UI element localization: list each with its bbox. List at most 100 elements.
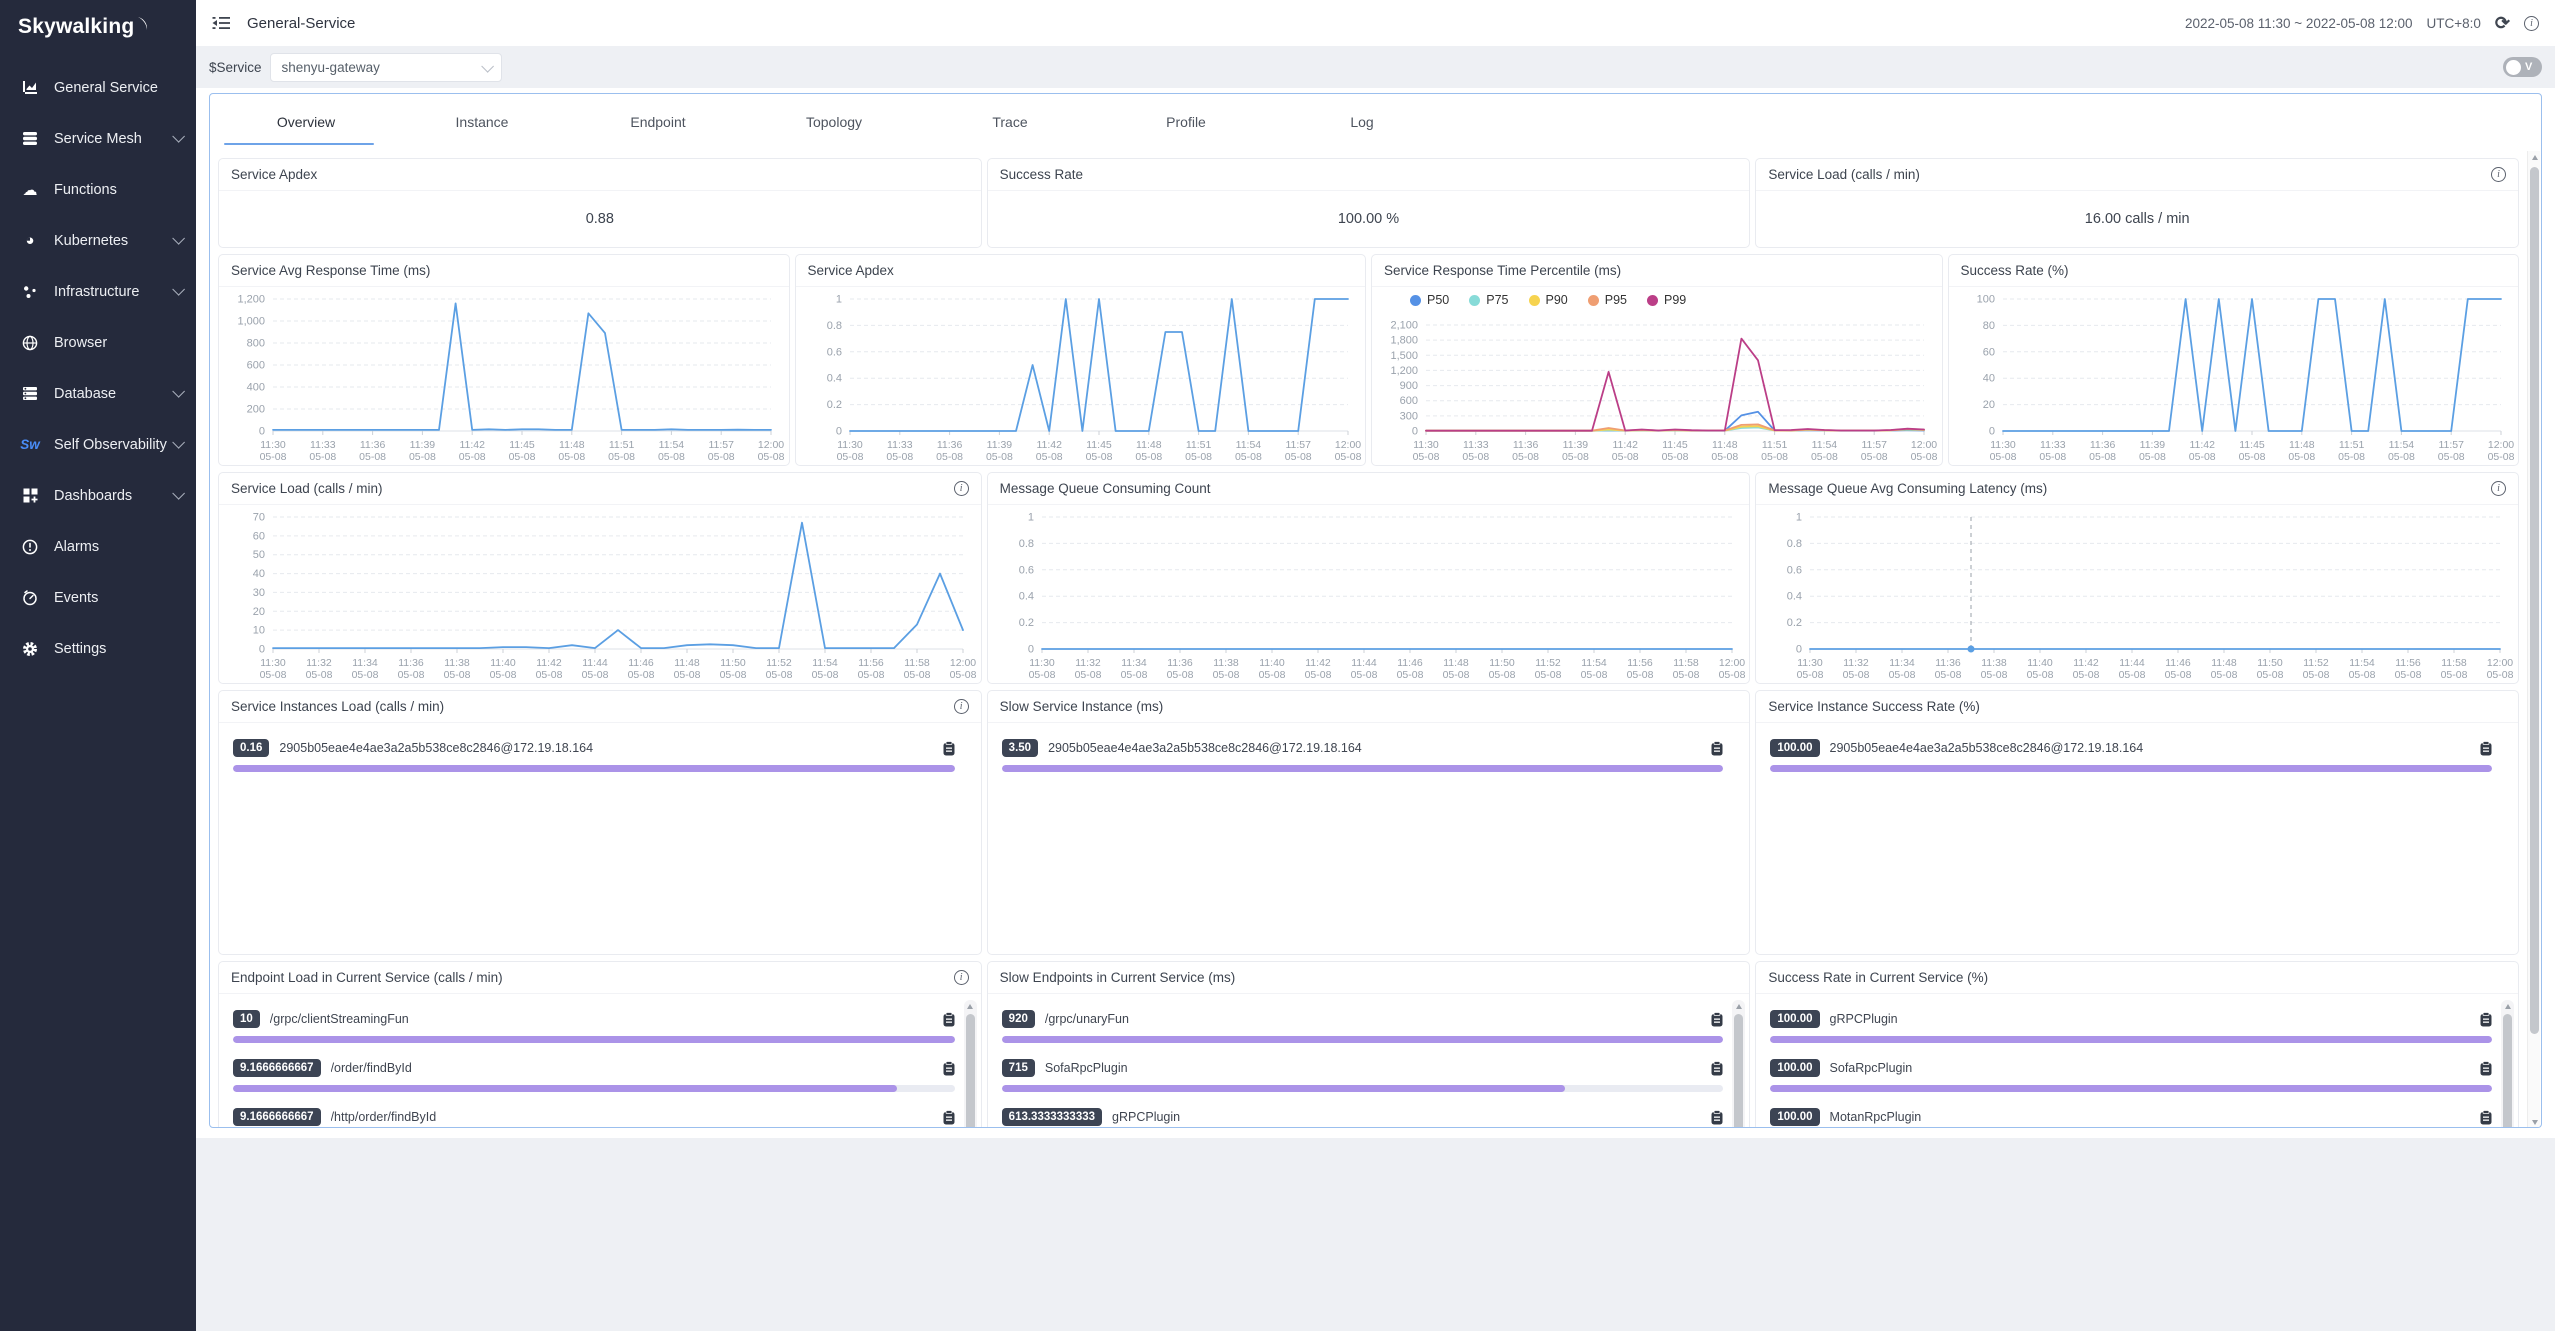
legend-item[interactable]: P75 [1469, 293, 1508, 307]
scroll-up-icon[interactable] [2528, 151, 2541, 163]
svg-text:11:30: 11:30 [260, 439, 286, 451]
chart-card-mq-consuming-count: Message Queue Consuming Count 00.20.40.6… [987, 472, 1751, 684]
line-chart: 00.20.40.60.8111:3005-0811:3305-0811:360… [796, 287, 1366, 465]
tab-overview[interactable]: Overview [218, 94, 394, 150]
list-item-label: MotanRpcPlugin [1830, 1110, 1922, 1124]
copy-icon[interactable] [943, 1012, 955, 1027]
chart-row-2: Service Load (calls / min) i 01020304050… [218, 472, 2519, 684]
timezone[interactable]: UTC+8:0 [2427, 16, 2481, 31]
copy-icon[interactable] [2480, 1061, 2492, 1076]
tab-profile[interactable]: Profile [1098, 94, 1274, 150]
toolbar: $Service shenyu-gateway V [196, 46, 2555, 88]
info-icon[interactable]: i [954, 481, 969, 496]
service-select[interactable]: shenyu-gateway [270, 53, 502, 82]
sidebar-item-events[interactable]: Events [0, 572, 196, 623]
svg-text:11:46: 11:46 [2166, 657, 2192, 669]
legend-item[interactable]: P90 [1529, 293, 1568, 307]
info-icon[interactable]: i [2524, 16, 2539, 31]
value-badge: 100.00 [1770, 1059, 1819, 1077]
svg-text:05-08: 05-08 [582, 669, 609, 681]
sidebar-item-kubernetes[interactable]: ◕ Kubernetes [0, 215, 196, 266]
scrollbar-thumb[interactable] [1734, 1014, 1743, 1128]
sidebar-item-settings[interactable]: Settings [0, 623, 196, 674]
copy-icon[interactable] [1711, 1061, 1723, 1076]
tab-instance[interactable]: Instance [394, 94, 570, 150]
info-icon[interactable]: i [954, 699, 969, 714]
tab-topology[interactable]: Topology [746, 94, 922, 150]
list-item: 715SofaRpcPlugin [1002, 1055, 1724, 1092]
list-item: 613.3333333333gRPCPlugin [1002, 1104, 1724, 1128]
refresh-icon[interactable]: ⟳ [2495, 14, 2510, 32]
svg-text:12:00: 12:00 [1334, 439, 1360, 451]
collapse-sidebar-icon[interactable] [212, 16, 231, 30]
copy-icon[interactable] [2480, 741, 2492, 756]
sidebar-item-general-service[interactable]: General Service [0, 62, 196, 113]
copy-icon[interactable] [943, 1061, 955, 1076]
legend-item[interactable]: P95 [1588, 293, 1627, 307]
svg-text:800: 800 [247, 338, 265, 350]
chart-card-service-load: Service Load (calls / min) i 01020304050… [218, 472, 982, 684]
time-range[interactable]: 2022-05-08 11:30 ~ 2022-05-08 12:00 [2185, 16, 2413, 31]
copy-icon[interactable] [2480, 1110, 2492, 1125]
svg-text:11:38: 11:38 [1982, 657, 2008, 669]
svg-text:11:33: 11:33 [2040, 439, 2066, 451]
edit-mode-toggle[interactable]: V [2503, 57, 2542, 77]
svg-text:1,200: 1,200 [1390, 365, 1418, 377]
sidebar-item-alarms[interactable]: Alarms [0, 521, 196, 572]
tab-endpoint[interactable]: Endpoint [570, 94, 746, 150]
scroll-down-icon[interactable] [2528, 1116, 2541, 1128]
scrollbar-thumb[interactable] [2503, 1014, 2512, 1128]
info-icon[interactable]: i [954, 970, 969, 985]
scrollbar-thumb[interactable] [2530, 167, 2539, 1034]
scroll-up-icon[interactable] [964, 1000, 977, 1012]
svg-text:05-08: 05-08 [1981, 669, 2008, 681]
scrollbar-thumb[interactable] [966, 1014, 975, 1128]
chart-card-success-rate: Success Rate (%) 02040608010011:3005-081… [1948, 254, 2520, 466]
tab-trace[interactable]: Trace [922, 94, 1098, 150]
svg-text:11:30: 11:30 [1413, 439, 1439, 451]
svg-text:11:39: 11:39 [1563, 439, 1589, 451]
scroll-up-icon[interactable] [2501, 1000, 2514, 1012]
info-icon[interactable]: i [2491, 167, 2506, 182]
alarm-icon [19, 539, 41, 555]
list-item-label: 2905b05eae4e4ae3a2a5b538ce8c2846@172.19.… [1048, 741, 1362, 755]
info-icon[interactable]: i [2491, 481, 2506, 496]
chart-svg: 00.20.40.60.8111:3005-0811:3205-0811:340… [1756, 505, 2518, 683]
svg-text:11:48: 11:48 [1136, 439, 1162, 451]
svg-text:05-08: 05-08 [1861, 451, 1888, 463]
legend-item[interactable]: P99 [1647, 293, 1686, 307]
sidebar-item-dashboards[interactable]: Dashboards [0, 470, 196, 521]
svg-text:05-08: 05-08 [2487, 451, 2514, 463]
legend-item[interactable]: P50 [1410, 293, 1449, 307]
svg-text:0.2: 0.2 [1787, 617, 1802, 629]
copy-icon[interactable] [1711, 1012, 1723, 1027]
copy-icon[interactable] [943, 741, 955, 756]
svg-text:11:52: 11:52 [2304, 657, 2330, 669]
sidebar-item-self-observability[interactable]: Sw Self Observability [0, 419, 196, 470]
page-scrollbar [2527, 151, 2540, 1128]
svg-text:05-08: 05-08 [2119, 669, 2146, 681]
svg-text:11:40: 11:40 [2028, 657, 2054, 669]
svg-text:11:50: 11:50 [2258, 657, 2284, 669]
sidebar-item-service-mesh[interactable]: Service Mesh [0, 113, 196, 164]
svg-text:05-08: 05-08 [409, 451, 436, 463]
metric-list: 920/grpc/unaryFun715SofaRpcPlugin613.333… [988, 994, 1750, 1128]
sidebar-item-functions[interactable]: ☁ Functions [0, 164, 196, 215]
copy-icon[interactable] [2480, 1012, 2492, 1027]
svg-text:05-08: 05-08 [260, 451, 287, 463]
value-badge: 715 [1002, 1059, 1035, 1077]
sidebar-item-browser[interactable]: Browser [0, 317, 196, 368]
tab-log[interactable]: Log [1274, 94, 1450, 150]
sidebar-item-infrastructure[interactable]: Infrastructure [0, 266, 196, 317]
sidebar-item-database[interactable]: Database [0, 368, 196, 419]
sidebar-item-label: Database [54, 386, 116, 402]
copy-icon[interactable] [1711, 1110, 1723, 1125]
sidebar-item-label: Service Mesh [54, 131, 142, 147]
scroll-up-icon[interactable] [1732, 1000, 1745, 1012]
list-item: 9.1666666667/http/order/findById [233, 1104, 955, 1128]
copy-icon[interactable] [943, 1110, 955, 1125]
svg-text:11:44: 11:44 [2120, 657, 2146, 669]
svg-text:11:36: 11:36 [2089, 439, 2115, 451]
list-item-label: 2905b05eae4e4ae3a2a5b538ce8c2846@172.19.… [279, 741, 593, 755]
copy-icon[interactable] [1711, 741, 1723, 756]
